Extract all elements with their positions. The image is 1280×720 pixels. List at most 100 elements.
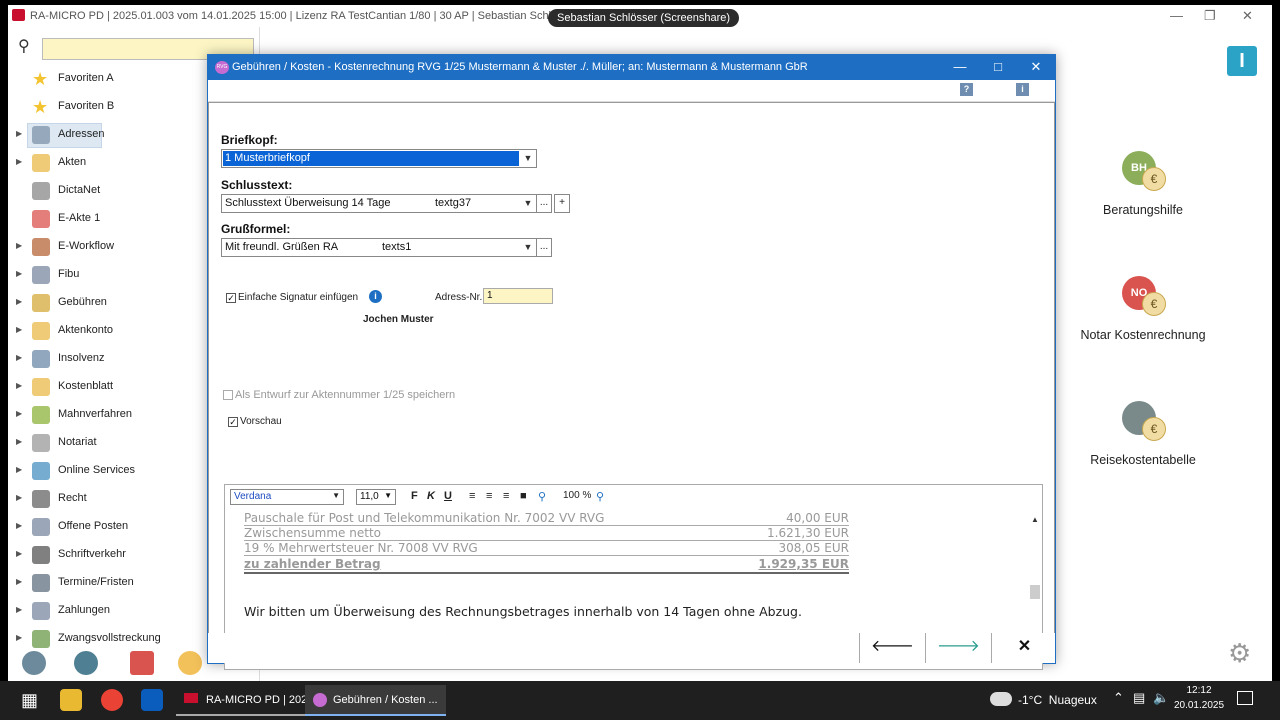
windows-start-icon[interactable]: ▦ [21,691,38,709]
network-icon[interactable]: ▤ [1133,690,1145,706]
schlusstext-code: textg37 [435,197,472,209]
next-button[interactable]: 🡒 [925,633,991,663]
search-icon[interactable]: ⚲ [18,36,30,56]
close-icon[interactable]: ✕ [1242,8,1253,24]
chevron-right-icon[interactable]: ▶ [16,437,22,446]
contacts-shortcut-icon[interactable] [22,651,46,675]
chevron-right-icon[interactable]: ▶ [16,409,22,418]
justify-icon[interactable]: ■ [520,490,527,502]
clock-time[interactable]: 12:12 [1175,685,1223,696]
tile-label: Notar Kostenrechnung [1080,328,1206,342]
tile-notar-kostenrechnung[interactable]: NO € Notar Kostenrechnung [1063,276,1223,342]
sidebar-item-label: Recht [58,492,87,504]
dunning-icon [32,406,50,424]
bold-button[interactable]: F [411,490,418,502]
scroll-up-icon[interactable]: ▲ [1031,515,1039,524]
chevron-down-icon[interactable]: ▼ [520,195,536,212]
volume-icon[interactable]: 🔈 [1153,690,1169,706]
settings-gear-icon[interactable]: ⚙ [1228,638,1251,669]
clock-date[interactable]: 20.01.2025 [1171,700,1227,711]
chevron-right-icon[interactable]: ▶ [16,465,22,474]
outlook-icon[interactable] [141,689,163,711]
app-title: RA-MICRO PD | 2025.01.003 vom 14.01.2025… [30,10,632,22]
chevron-right-icon[interactable]: ▶ [16,577,22,586]
align-right-icon[interactable]: ≡ [503,490,509,502]
tile-icon: € [1118,401,1168,447]
dialog-minimize-icon[interactable]: — [950,59,970,74]
chevron-right-icon[interactable]: ▶ [16,521,22,530]
sidebar-item-label: Favoriten B [58,100,115,112]
chevron-right-icon[interactable]: ▶ [16,325,22,334]
weather-cloud-icon [990,692,1012,706]
chevron-right-icon[interactable]: ▶ [16,381,22,390]
chevron-right-icon[interactable]: ▶ [16,549,22,558]
vorschau-checkbox[interactable]: ✓ [228,417,238,427]
dialog-maximize-icon[interactable]: □ [988,59,1008,74]
briefkopf-label: Briefkopf: [221,133,278,147]
grussformel-select[interactable]: Mit freundl. Grüßen RA texts1 ▼ [221,238,537,257]
grussformel-more-button[interactable]: ... [536,238,552,257]
schlusstext-more-button[interactable]: ... [536,194,552,213]
underline-button[interactable]: U [444,490,452,502]
notification-icon[interactable] [1237,691,1253,705]
zoom-in-icon[interactable]: ⚲ [596,490,604,503]
taskbar-app-gebuehren[interactable]: Gebühren / Kosten ... [305,685,446,716]
info-icon[interactable]: I [1227,46,1257,76]
dialog-content: Briefkopf: 1 Musterbriefkopf ▼ Schlusste… [208,102,1055,670]
adress-nr-input[interactable]: 1 [483,288,553,304]
cancel-button[interactable]: ✕ [991,633,1057,663]
size-select[interactable]: 11,0 ▼ [356,489,396,505]
adress-nr-label: Adress-Nr. [435,292,483,303]
align-left-icon[interactable]: ≡ [469,490,475,502]
chevron-right-icon[interactable]: ▶ [16,157,22,166]
chevron-right-icon[interactable]: ▶ [16,605,22,614]
tile-reisekostentabelle[interactable]: € Reisekostentabelle [1063,401,1223,467]
euro-coin-icon: € [1142,292,1166,316]
info-small-icon[interactable]: i [1016,83,1029,96]
scroll-thumb[interactable] [1030,585,1040,599]
sidebar-item-label: DictaNet [58,184,101,196]
tile-beratungshilfe[interactable]: BH € Beratungshilfe [1063,151,1223,217]
font-select[interactable]: Verdana ▼ [230,489,344,505]
invoice-row-amount: 308,05 EUR [778,541,849,555]
document-shortcut-icon[interactable] [130,651,154,675]
entwurf-checkbox[interactable] [223,390,233,400]
align-center-icon[interactable]: ≡ [486,490,492,502]
restore-icon[interactable]: ❐ [1204,8,1216,24]
chevron-right-icon[interactable]: ▶ [16,129,22,138]
briefkopf-select[interactable]: 1 Musterbriefkopf ▼ [221,149,537,168]
schlusstext-add-button[interactable]: + [554,194,570,213]
zoom-level: 100 % [563,490,592,501]
file-explorer-icon[interactable] [60,689,82,711]
zoom-out-icon[interactable]: ⚲ [538,490,546,503]
chrome-icon[interactable] [101,689,123,711]
taskbar-app-ramicro[interactable]: RA-MICRO PD | 202... [176,685,325,716]
dialog-close-icon[interactable]: ✕ [1026,59,1046,75]
star-icon: ★ [32,97,49,117]
chevron-down-icon[interactable]: ▼ [384,491,392,500]
briefkopf-value: 1 Musterbriefkopf [225,152,310,164]
insolvency-icon [32,350,50,368]
monitor-shortcut-icon[interactable] [74,651,98,675]
schlusstext-select[interactable]: Schlusstext Überweisung 14 Tage textg37 … [221,194,537,213]
chevron-down-icon[interactable]: ▼ [520,150,536,167]
info-circle-icon[interactable]: i [369,290,382,303]
chevron-right-icon[interactable]: ▶ [16,297,22,306]
back-button[interactable]: 🡐 [859,633,925,663]
phone-shortcut-icon[interactable] [178,651,202,675]
folder-account-icon [32,322,50,340]
minimize-icon[interactable]: — [1170,8,1183,23]
chevron-right-icon[interactable]: ▶ [16,493,22,502]
chevron-right-icon[interactable]: ▶ [16,633,22,642]
signatur-checkbox[interactable]: ✓ [226,293,236,303]
size-value: 11,0 [360,491,379,502]
chevron-right-icon[interactable]: ▶ [16,241,22,250]
euro-coin-icon: € [1142,417,1166,441]
chevron-down-icon[interactable]: ▼ [332,491,340,500]
italic-button[interactable]: K [427,490,435,502]
chevron-up-icon[interactable]: ⌃ [1113,690,1124,706]
chevron-down-icon[interactable]: ▼ [520,239,536,256]
chevron-right-icon[interactable]: ▶ [16,269,22,278]
chevron-right-icon[interactable]: ▶ [16,353,22,362]
help-icon[interactable]: ? [960,83,973,96]
